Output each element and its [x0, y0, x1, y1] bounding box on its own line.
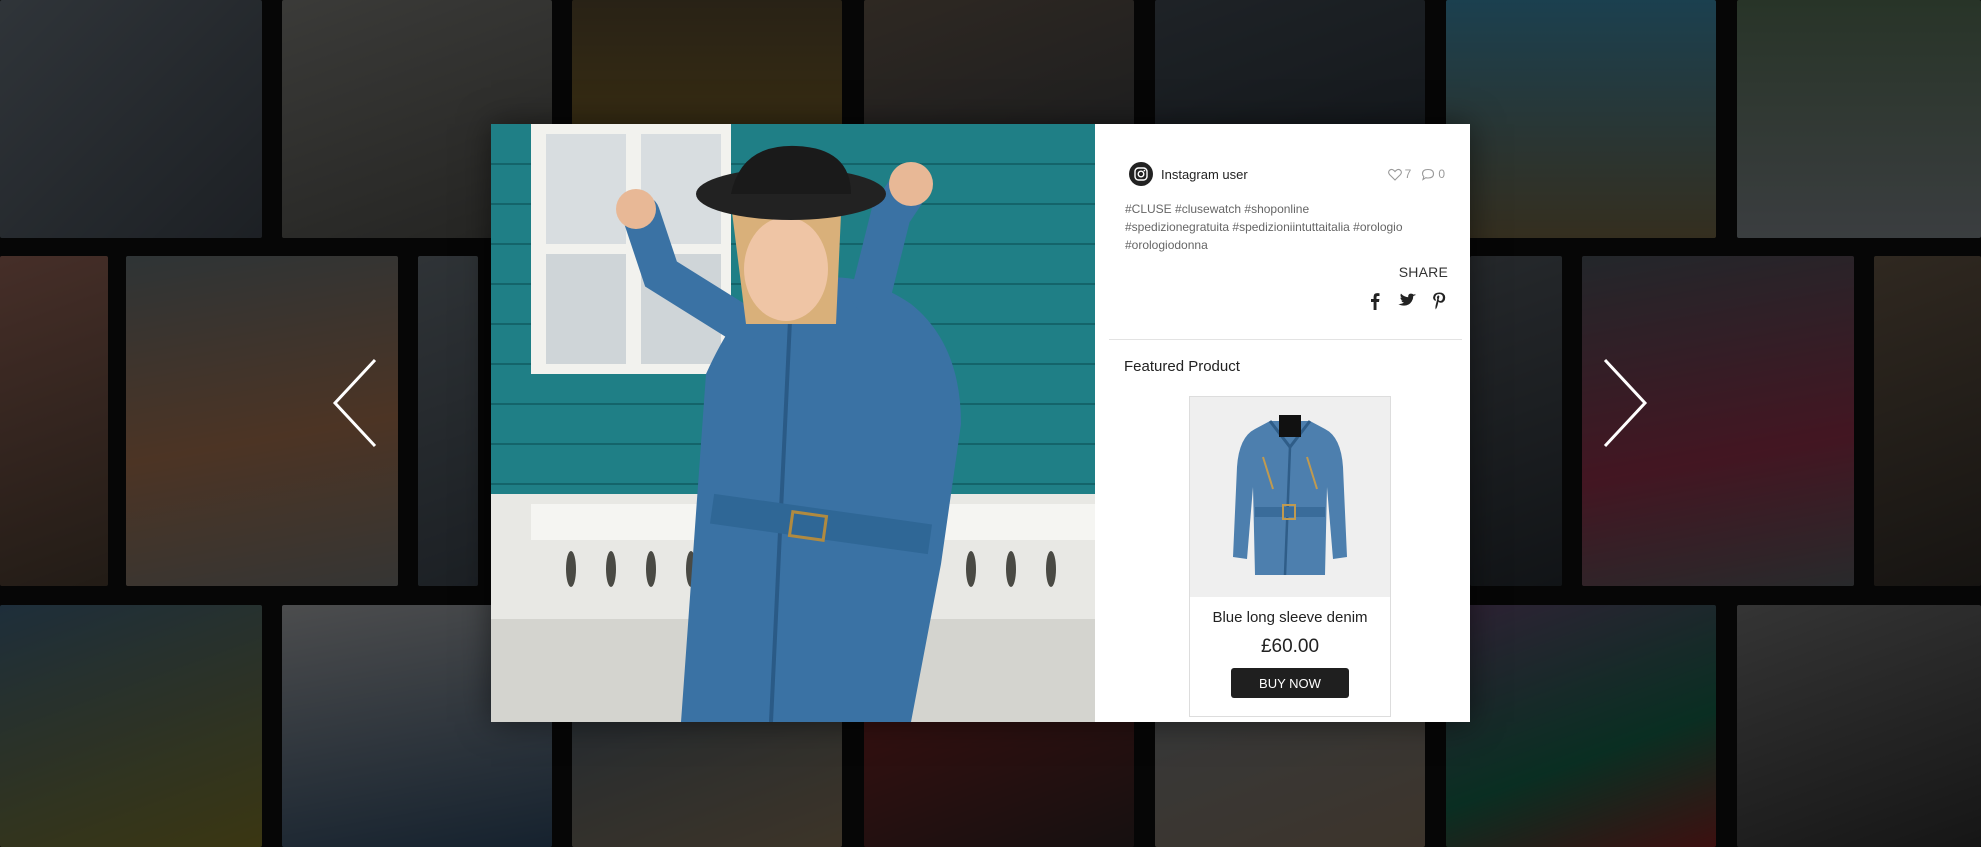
user-row: Instagram user 7 0 [1129, 162, 1445, 186]
pinterest-icon [1433, 292, 1446, 310]
user-name[interactable]: Instagram user [1161, 167, 1248, 182]
heart-icon [1387, 168, 1402, 181]
featured-product-title: Featured Product [1124, 358, 1240, 375]
facebook-share-button[interactable] [1364, 290, 1386, 312]
share-buttons [1364, 290, 1450, 312]
facebook-icon [1371, 293, 1380, 310]
product-price: £60.00 [1260, 636, 1320, 657]
post-modal: Instagram user 7 0 #CLUSE #clusewatch #s… [491, 124, 1470, 722]
comments-stat: 0 [1421, 167, 1445, 181]
post-stats: 7 0 [1378, 167, 1445, 181]
twitter-share-button[interactable] [1396, 290, 1418, 312]
product-image[interactable] [1190, 397, 1390, 597]
share-label: SHARE [1398, 264, 1448, 280]
previous-arrow-button[interactable] [330, 358, 380, 448]
comments-count: 0 [1438, 167, 1445, 181]
product-name[interactable]: Blue long sleeve denim [1190, 609, 1390, 626]
post-photo [491, 124, 1095, 722]
likes-count: 7 [1404, 167, 1412, 181]
likes-stat: 7 [1387, 167, 1412, 181]
post-details-panel: Instagram user 7 0 #CLUSE #clusewatch #s… [1095, 124, 1470, 722]
chevron-left-icon [332, 358, 377, 448]
pinterest-share-button[interactable] [1428, 290, 1450, 312]
section-divider [1109, 339, 1462, 340]
twitter-icon [1398, 293, 1417, 306]
next-arrow-button[interactable] [1600, 358, 1650, 448]
post-image [491, 124, 1095, 722]
buy-now-button[interactable]: BUY NOW [1231, 668, 1349, 698]
denim-jacket-image [1233, 415, 1347, 576]
comment-icon [1422, 168, 1435, 181]
featured-product-card[interactable]: Blue long sleeve denim £60.00 BUY NOW [1189, 396, 1391, 717]
post-caption: #CLUSE #clusewatch #shoponline #spedizio… [1125, 202, 1403, 252]
chevron-right-icon [1603, 358, 1648, 448]
instagram-icon [1129, 162, 1153, 186]
